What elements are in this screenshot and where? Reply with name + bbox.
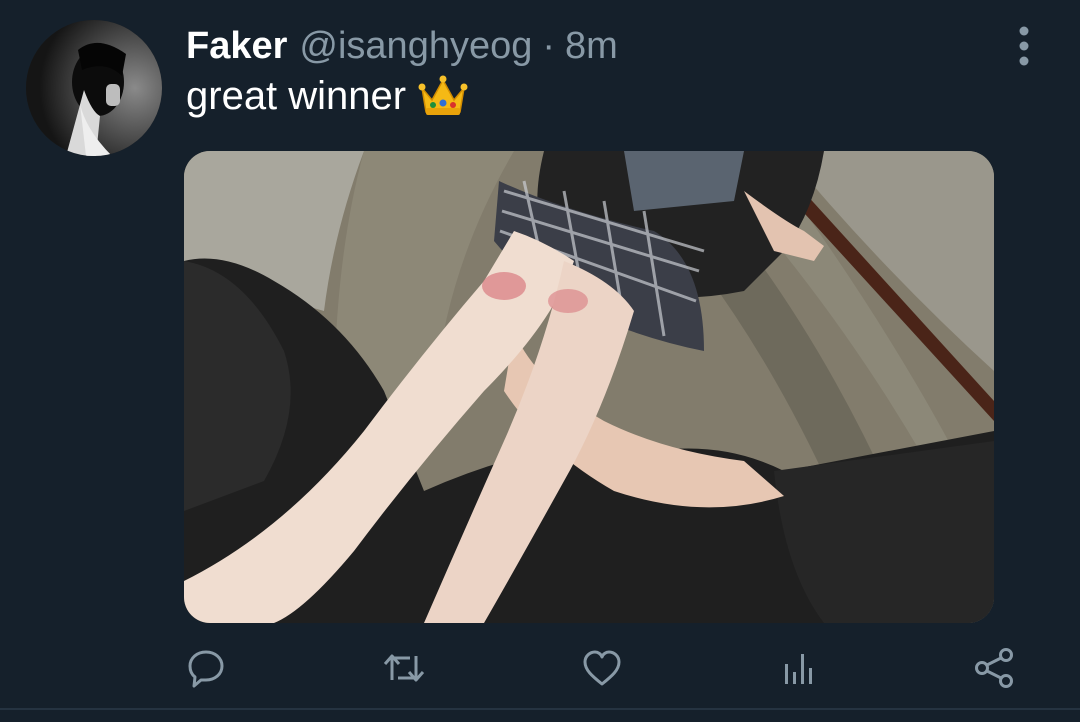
share-icon	[975, 648, 1013, 688]
share-button[interactable]	[966, 640, 1022, 696]
user-handle[interactable]: @isanghyeog	[299, 20, 532, 72]
tweet-photo	[184, 151, 994, 623]
more-options-button[interactable]	[1004, 24, 1044, 68]
analytics-button[interactable]	[770, 640, 826, 696]
display-name[interactable]: Faker	[186, 20, 287, 72]
tweet[interactable]: Faker @isanghyeog · 8m great winner	[0, 0, 1080, 722]
tweet-divider	[0, 708, 1080, 710]
retweet-icon	[383, 654, 425, 682]
crown-emoji	[418, 74, 468, 118]
avatar-image	[26, 20, 162, 156]
timestamp[interactable]: 8m	[565, 20, 618, 72]
tweet-text: great winner	[186, 70, 468, 122]
reply-icon	[188, 650, 224, 688]
avatar[interactable]	[26, 20, 162, 156]
separator: ·	[542, 25, 556, 67]
analytics-icon	[785, 654, 812, 684]
tweet-media[interactable]	[184, 151, 994, 623]
tweet-body: great winner	[186, 74, 407, 118]
more-vertical-icon	[1019, 26, 1029, 66]
reply-button[interactable]	[178, 640, 234, 696]
like-button[interactable]	[574, 640, 630, 696]
retweet-button[interactable]	[376, 640, 432, 696]
tweet-header: Faker @isanghyeog · 8m	[186, 20, 618, 72]
action-bar	[0, 640, 1080, 696]
heart-icon	[583, 650, 621, 686]
